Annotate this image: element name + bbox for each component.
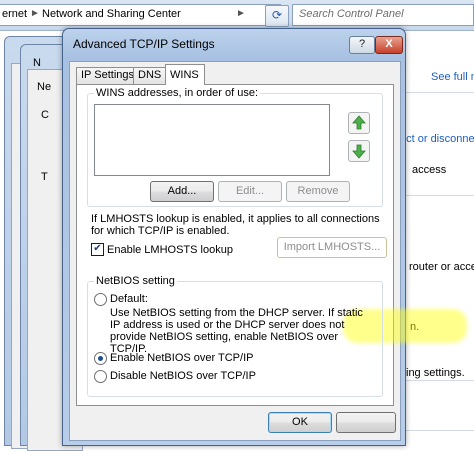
close-button[interactable]: X [375, 36, 403, 54]
wins-addresses-group: WINS addresses, in order of use: Add... … [87, 87, 383, 207]
ghost-label: C [41, 109, 49, 121]
cancel-button[interactable] [336, 412, 396, 433]
disable-netbios-label[interactable]: Disable NetBIOS over TCP/IP [110, 370, 256, 382]
netbios-default-description: Use NetBIOS setting from the DHCP server… [110, 307, 363, 355]
enable-lmhosts-label[interactable]: Enable LMHOSTS lookup [107, 244, 233, 256]
explorer-toolbar: ernet ► Network and Sharing Center ► ⟳ S… [0, 0, 474, 31]
breadcrumb-arrow-icon[interactable]: ► [236, 8, 246, 19]
see-full-map-link[interactable]: See full m [431, 71, 474, 83]
green-down-arrow-icon [352, 144, 366, 159]
breadcrumb-prefix[interactable]: ernet [2, 8, 27, 20]
help-button[interactable]: ? [349, 36, 375, 54]
divider [400, 92, 474, 93]
breadcrumb[interactable]: ernet ► Network and Sharing Center ► [0, 4, 281, 26]
right-text-settings: ing settings. [406, 367, 465, 379]
divider [400, 380, 474, 381]
divider [400, 430, 474, 431]
ghost-label: N [33, 57, 41, 69]
disable-netbios-radio[interactable] [94, 370, 107, 383]
enable-netbios-radio[interactable] [94, 352, 107, 365]
netbios-default-label[interactable]: Default: [110, 293, 148, 305]
right-text-router: router or acces [409, 261, 474, 273]
breadcrumb-separator-icon: ► [30, 8, 40, 19]
ghost-label: T [41, 171, 48, 183]
green-up-arrow-icon [352, 115, 366, 130]
dialog-title: Advanced TCP/IP Settings [73, 37, 215, 51]
remove-button[interactable]: Remove [286, 181, 350, 202]
search-input[interactable]: Search Control Panel [292, 4, 474, 26]
tab-dns[interactable]: DNS [133, 67, 169, 84]
dialog-client: IP Settings DNS WINS WINS addresses, in … [69, 61, 467, 441]
enable-lmhosts-checkbox[interactable]: ✔ [91, 243, 104, 256]
tab-ip-settings[interactable]: IP Settings [76, 67, 134, 84]
refresh-icon[interactable]: ⟳ [265, 5, 289, 27]
connect-disconnect-link[interactable]: ect or disconne [400, 133, 474, 145]
ghost-label: Ne [37, 81, 52, 93]
advanced-tcpip-dialog: Advanced TCP/IP Settings ? X IP Settings… [62, 28, 467, 446]
wins-tab-panel: WINS addresses, in order of use: Add... … [76, 84, 467, 406]
right-text-access: access [412, 164, 447, 176]
wins-addresses-label: WINS addresses, in order of use: [94, 87, 261, 99]
ok-button[interactable]: OK [268, 412, 332, 433]
move-up-button[interactable] [348, 112, 370, 134]
wins-address-list[interactable] [94, 104, 330, 176]
enable-netbios-label[interactable]: Enable NetBIOS over TCP/IP [110, 352, 253, 364]
search-placeholder: Search Control Panel [299, 8, 404, 20]
lmhosts-note: If LMHOSTS lookup is enabled, it applies… [91, 213, 380, 237]
move-down-button[interactable] [348, 140, 370, 162]
netbios-default-radio[interactable] [94, 293, 107, 306]
edit-button[interactable]: Edit... [218, 181, 282, 202]
import-lmhosts-button[interactable]: Import LMHOSTS... [277, 237, 387, 258]
add-button[interactable]: Add... [150, 181, 214, 202]
netbios-label: NetBIOS setting [94, 275, 177, 287]
tab-wins[interactable]: WINS [165, 64, 205, 85]
breadcrumb-current[interactable]: Network and Sharing Center [42, 8, 181, 20]
divider [400, 195, 474, 196]
netbios-group: NetBIOS setting Default: Use NetBIOS set… [87, 275, 383, 397]
